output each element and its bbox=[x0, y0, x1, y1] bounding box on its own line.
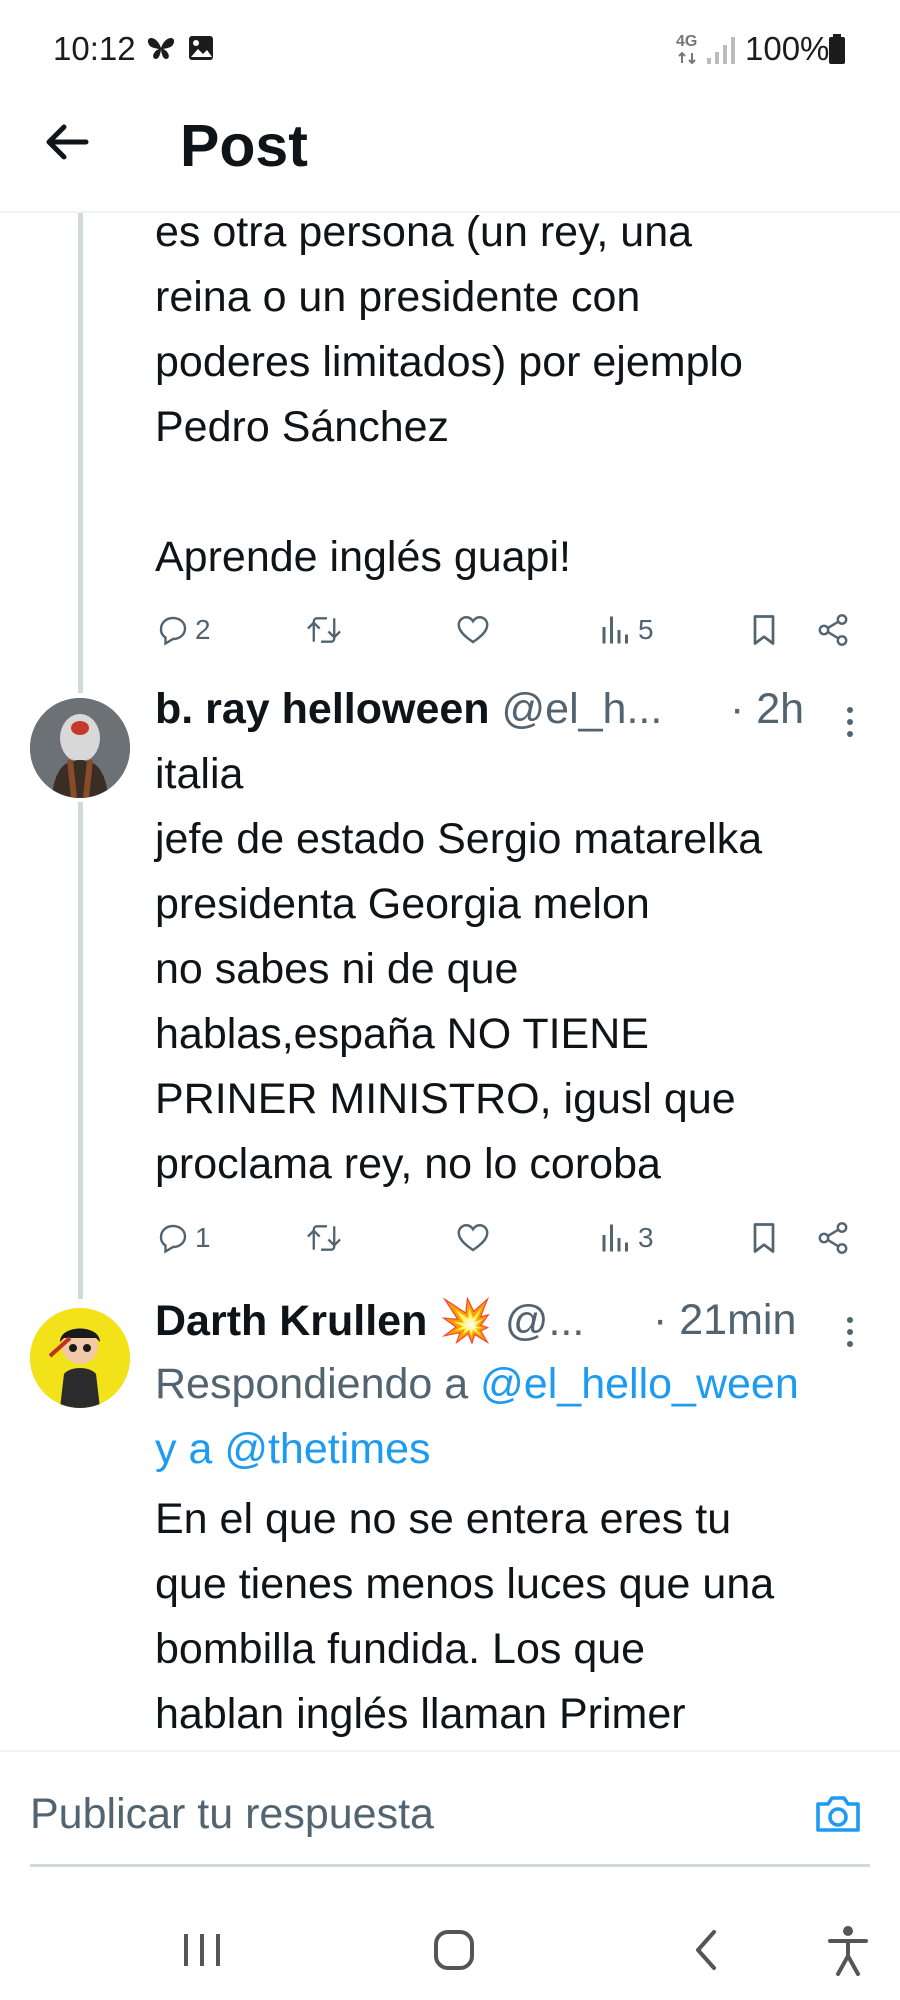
more-icon[interactable] bbox=[840, 702, 860, 742]
home-icon bbox=[434, 1930, 474, 1970]
tweet-body-line: hablas,españa NO TIENE bbox=[155, 1010, 649, 1058]
tweet-body-line: presidenta Georgia melon bbox=[155, 880, 650, 928]
replying-to-join: y a bbox=[155, 1425, 213, 1473]
page-title: Post bbox=[180, 113, 308, 179]
bookmark-icon bbox=[753, 1223, 775, 1253]
reply-handle-link[interactable]: @thetimes bbox=[224, 1425, 430, 1473]
like-button[interactable] bbox=[455, 608, 491, 652]
tweet-body-line: que tienes menos luces que una bbox=[155, 1560, 775, 1608]
more-icon[interactable] bbox=[840, 1312, 860, 1352]
tweet-body-line: no sabes ni de que bbox=[155, 945, 519, 993]
accessibility-button[interactable] bbox=[818, 1920, 878, 1980]
author-emoji: 💥 bbox=[439, 1297, 493, 1345]
tweet-time: · 2h bbox=[730, 685, 805, 733]
image-icon bbox=[189, 36, 213, 60]
recents-icon bbox=[184, 1934, 220, 1966]
battery-icon bbox=[829, 34, 845, 64]
camera-icon bbox=[816, 1796, 860, 1832]
network-label: 4G bbox=[676, 33, 698, 50]
tweet-body-line: En el que no se entera eres tu bbox=[155, 1495, 732, 1543]
tweet-body-line: poderes limitados) por ejemplo bbox=[155, 338, 743, 386]
accessibility-icon bbox=[828, 1926, 868, 1976]
tweet-header: Darth Krullen 💥 @... bbox=[155, 1296, 584, 1356]
tweet-body-line bbox=[155, 460, 885, 525]
arrow-left-icon bbox=[46, 124, 89, 160]
tweet-time: · 21min bbox=[653, 1296, 797, 1344]
reply-icon bbox=[159, 616, 187, 646]
retweet-icon bbox=[307, 617, 341, 643]
tweet-body-line: es otra persona (un rey, una bbox=[155, 208, 693, 256]
avatar-image bbox=[30, 698, 130, 798]
tweet-body-line: reina o un presidente con bbox=[155, 273, 641, 321]
views-count: 5 bbox=[638, 614, 654, 645]
tweet-body-line: italia bbox=[155, 750, 244, 798]
share-button[interactable] bbox=[815, 1216, 851, 1260]
tweet-body: italia jefe de estado Sergio matarelka p… bbox=[155, 742, 885, 1197]
reply-count: 2 bbox=[195, 614, 211, 645]
like-icon bbox=[457, 1224, 489, 1252]
retweet-button[interactable] bbox=[305, 608, 343, 652]
tweet-actions: 1 3 bbox=[0, 1216, 900, 1260]
like-button[interactable] bbox=[455, 1216, 491, 1260]
tweet-body-line: bombilla fundida. Los que bbox=[155, 1625, 646, 1673]
reply-button[interactable]: 1 bbox=[155, 1216, 211, 1260]
reply-input[interactable] bbox=[30, 1790, 790, 1839]
status-time: 10:12 bbox=[53, 30, 136, 67]
tweet-body-line: jefe de estado Sergio matarelka bbox=[155, 815, 763, 863]
tweet-body-line: Aprende inglés guapi! bbox=[155, 533, 571, 581]
replying-to-label: Respondiendo a bbox=[155, 1360, 469, 1408]
tweet-body-line: Pedro Sánchez bbox=[155, 403, 450, 451]
butterfly-icon bbox=[147, 38, 175, 59]
back-nav-icon bbox=[696, 1930, 716, 1970]
author-handle[interactable]: @el_h... bbox=[502, 685, 663, 733]
data-arrows-icon bbox=[678, 52, 696, 64]
avatar[interactable] bbox=[30, 1308, 130, 1408]
reply-count: 1 bbox=[195, 1222, 211, 1253]
tweet-body-line: PRINER MINISTRO, igusl que bbox=[155, 1075, 736, 1123]
tweet-header: b. ray helloween @el_h... bbox=[155, 685, 662, 745]
author-handle[interactable]: @... bbox=[505, 1297, 585, 1345]
reply-input-underline bbox=[30, 1864, 870, 1867]
signal-icon bbox=[707, 37, 735, 64]
views-count: 3 bbox=[638, 1222, 654, 1253]
compose-divider bbox=[0, 1750, 900, 1752]
like-icon bbox=[457, 616, 489, 644]
tweet-body: es otra persona (un rey, una reina o un … bbox=[155, 200, 885, 590]
reply-button[interactable]: 2 bbox=[155, 608, 211, 652]
views-icon bbox=[602, 616, 628, 644]
tweet-body-line: proclama rey, no lo coroba bbox=[155, 1140, 661, 1188]
tweet-body-line: hablan inglés llaman Primer bbox=[155, 1690, 686, 1738]
home-button[interactable] bbox=[424, 1920, 484, 1980]
bookmark-button[interactable] bbox=[746, 608, 782, 652]
bookmark-icon bbox=[753, 615, 775, 645]
back-button[interactable] bbox=[40, 112, 100, 172]
avatar-image bbox=[30, 1308, 130, 1408]
views-button[interactable]: 5 bbox=[598, 608, 654, 652]
replying-to: Respondiendo a @el_hello_ween y a @theti… bbox=[155, 1352, 885, 1482]
tweet-actions: 2 5 bbox=[0, 608, 900, 652]
share-button[interactable] bbox=[815, 608, 851, 652]
author-name[interactable]: b. ray helloween bbox=[155, 685, 490, 733]
bookmark-button[interactable] bbox=[746, 1216, 782, 1260]
camera-button[interactable] bbox=[812, 1790, 864, 1838]
share-icon bbox=[818, 1222, 848, 1254]
battery-percent: 100% bbox=[745, 30, 830, 67]
views-icon bbox=[602, 1224, 628, 1252]
reply-icon bbox=[159, 1224, 187, 1254]
author-name[interactable]: Darth Krullen bbox=[155, 1297, 427, 1345]
retweet-icon bbox=[307, 1225, 341, 1251]
tweet-body: En el que no se entera eres tu que tiene… bbox=[155, 1487, 885, 1747]
reply-handle-link[interactable]: @el_hello_ween bbox=[480, 1360, 799, 1408]
nav-back-button[interactable] bbox=[676, 1920, 736, 1980]
views-button[interactable]: 3 bbox=[598, 1216, 654, 1260]
avatar[interactable] bbox=[30, 698, 130, 798]
retweet-button[interactable] bbox=[305, 1216, 343, 1260]
recents-button[interactable] bbox=[172, 1920, 232, 1980]
share-icon bbox=[818, 614, 848, 646]
